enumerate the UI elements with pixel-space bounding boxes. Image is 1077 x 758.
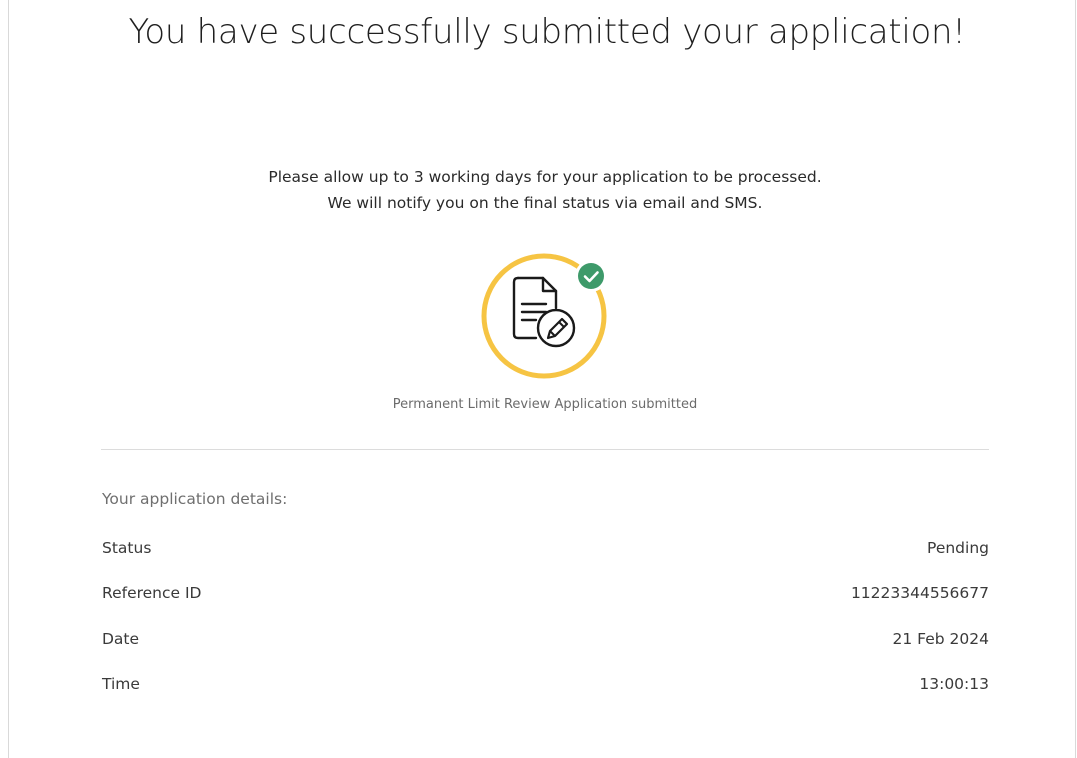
- detail-row-reference-id: Reference ID 11223344556677: [102, 584, 989, 608]
- date-value: 21 Feb 2024: [892, 630, 989, 648]
- page-title: You have successfully submitted your app…: [128, 12, 966, 52]
- date-label: Date: [102, 630, 140, 648]
- reference-id-label: Reference ID: [102, 584, 202, 602]
- detail-row-status: Status Pending: [102, 539, 989, 563]
- submission-illustration: [476, 248, 616, 388]
- detail-row-time: Time 13:00:13: [102, 675, 989, 699]
- time-label: Time: [102, 675, 140, 693]
- detail-row-date: Date 21 Feb 2024: [102, 630, 989, 654]
- status-label: Status: [102, 539, 152, 557]
- reference-id-value: 11223344556677: [850, 584, 989, 602]
- check-badge-icon: [575, 260, 607, 292]
- processing-notice: Please allow up to 3 working days for yo…: [268, 168, 822, 186]
- time-value: 13:00:13: [919, 675, 989, 693]
- submission-caption: Permanent Limit Review Application submi…: [392, 397, 698, 412]
- status-value: Pending: [927, 539, 989, 557]
- details-heading: Your application details:: [102, 490, 288, 508]
- notification-notice: We will notify you on the final status v…: [327, 194, 763, 212]
- section-divider: [101, 449, 989, 450]
